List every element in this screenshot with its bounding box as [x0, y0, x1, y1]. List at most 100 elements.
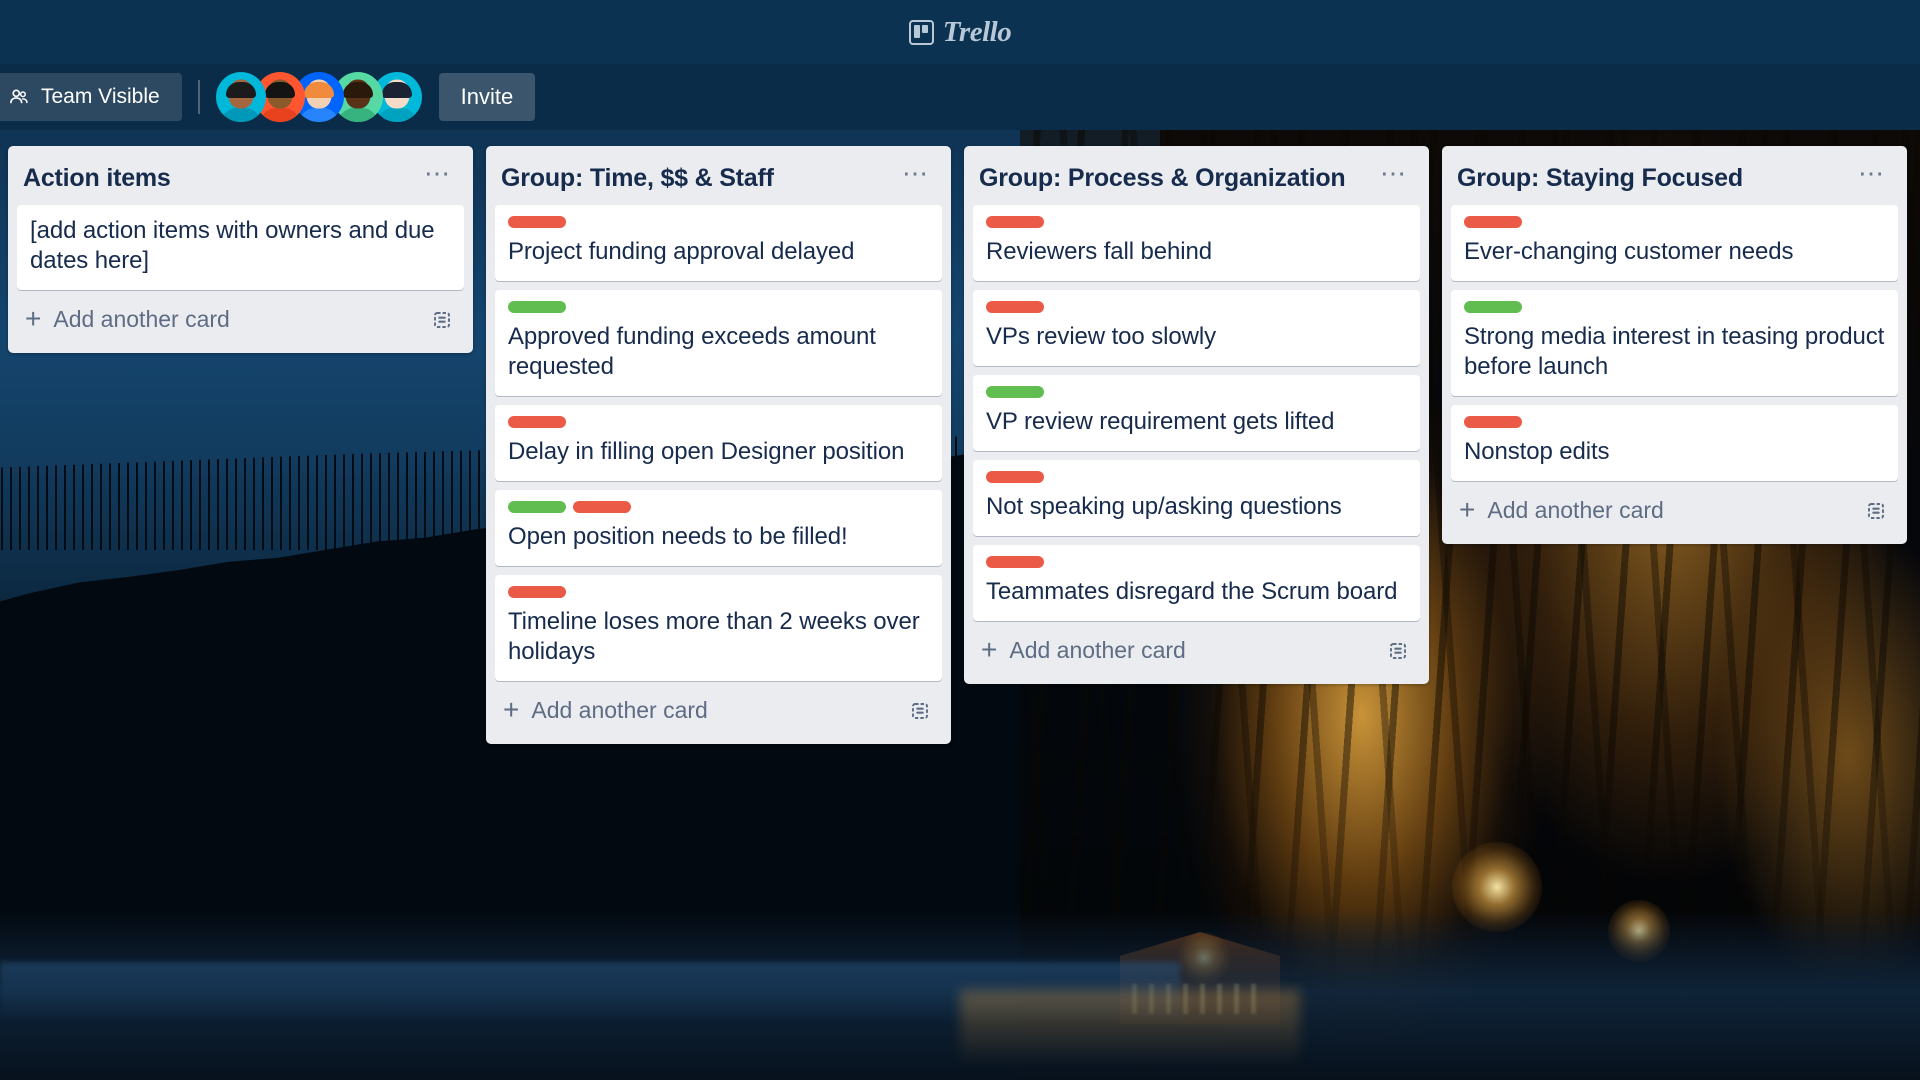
card-labels — [986, 216, 1407, 228]
board-card[interactable]: VPs review too slowly — [973, 290, 1420, 366]
card-labels — [1464, 216, 1885, 228]
board-card[interactable]: Reviewers fall behind — [973, 205, 1420, 281]
add-another-card-label: Add another card — [53, 306, 230, 332]
card-title: Teammates disregard the Scrum board — [986, 578, 1398, 605]
card-label-red[interactable] — [508, 586, 566, 598]
card-labels — [508, 501, 929, 513]
list-cards: Project funding approval delayed Approved… — [495, 205, 942, 681]
board-lists-canvas: Action items ⋯ [add action items with owne… — [0, 130, 1920, 1080]
plus-icon: + — [1459, 494, 1476, 526]
card-title: Timeline loses more than 2 weeks over ho… — [508, 608, 920, 665]
trello-logo[interactable]: Trello — [908, 15, 1012, 49]
card-labels — [508, 586, 929, 598]
card-label-red[interactable] — [1464, 216, 1522, 228]
card-label-red[interactable] — [986, 556, 1044, 568]
avatar-hair — [264, 82, 295, 98]
avatar-body — [376, 108, 417, 122]
avatar-body — [259, 108, 300, 122]
card-title: [add action items with owners and due da… — [30, 217, 435, 274]
ellipsis-icon[interactable]: ⋯ — [414, 160, 458, 192]
card-label-green[interactable] — [508, 301, 566, 313]
board-visibility-button[interactable]: Team Visible — [0, 73, 182, 121]
board-card[interactable]: Project funding approval delayed — [495, 205, 942, 281]
board-card[interactable]: [add action items with owners and due da… — [17, 205, 464, 290]
board-list: Group: Staying Focused ⋯ Ever-changing cus… — [1442, 146, 1907, 544]
card-template-icon[interactable] — [1386, 639, 1410, 663]
card-labels — [986, 556, 1407, 568]
card-labels — [1464, 416, 1885, 428]
team-visible-icon — [10, 89, 28, 104]
avatar[interactable] — [215, 72, 266, 122]
avatar-hair — [225, 82, 256, 98]
plus-icon: + — [25, 303, 42, 335]
ellipsis-icon[interactable]: ⋯ — [892, 160, 936, 192]
card-template-icon[interactable] — [430, 308, 454, 332]
card-labels — [508, 301, 929, 313]
invite-button-label: Invite — [460, 84, 514, 109]
add-another-card-button[interactable]: + Add another card — [17, 290, 464, 349]
list-title[interactable]: Group: Staying Focused — [1457, 163, 1743, 193]
card-template-icon[interactable] — [1864, 499, 1888, 523]
card-title: Approved funding exceeds amount requeste… — [508, 323, 876, 380]
list-cards: [add action items with owners and due da… — [17, 205, 464, 290]
card-label-red[interactable] — [986, 471, 1044, 483]
board-list: Group: Time, $$ & Staff ⋯ Project funding … — [486, 146, 951, 744]
add-another-card-label: Add another card — [1009, 637, 1186, 663]
add-another-card-button[interactable]: + Add another card — [495, 681, 942, 740]
list-header: Group: Time, $$ & Staff ⋯ — [495, 155, 942, 205]
trello-wordmark: Trello — [942, 15, 1012, 48]
card-label-red[interactable] — [508, 416, 566, 428]
list-title[interactable]: Group: Process & Organization — [979, 163, 1346, 193]
invite-button[interactable]: Invite — [438, 73, 536, 121]
card-title: Delay in filling open Designer position — [508, 438, 905, 465]
card-labels — [508, 216, 929, 228]
list-title[interactable]: Action items — [23, 163, 171, 193]
add-another-card-button[interactable]: + Add another card — [1451, 481, 1898, 540]
board-card[interactable]: Nonstop edits — [1451, 405, 1898, 481]
list-cards: Reviewers fall behind VPs review too slow… — [973, 205, 1420, 621]
card-label-red[interactable] — [508, 216, 566, 228]
board-card[interactable]: Strong media interest in teasing product… — [1451, 290, 1898, 396]
card-label-green[interactable] — [508, 501, 566, 513]
card-title: VPs review too slowly — [986, 323, 1216, 350]
add-another-card-label: Add another card — [531, 697, 708, 723]
trello-board-icon — [908, 19, 934, 45]
board-visibility-label: Team Visible — [41, 85, 160, 108]
board-card[interactable]: Approved funding exceeds amount requeste… — [495, 290, 942, 396]
card-title: Nonstop edits — [1464, 438, 1610, 465]
board-list: Action items ⋯ [add action items with owne… — [8, 146, 473, 353]
board-header-bar: Team Visible Invite — [0, 64, 1920, 130]
avatar-hair — [381, 82, 412, 98]
board-card[interactable]: Delay in filling open Designer position — [495, 405, 942, 481]
card-label-red[interactable] — [986, 216, 1044, 228]
card-template-icon[interactable] — [908, 699, 932, 723]
avatar-body — [337, 108, 378, 122]
board-card[interactable]: Timeline loses more than 2 weeks over ho… — [495, 575, 942, 681]
card-labels — [986, 471, 1407, 483]
ellipsis-icon[interactable]: ⋯ — [1848, 160, 1892, 192]
card-label-green[interactable] — [986, 386, 1044, 398]
board-card[interactable]: VP review requirement gets lifted — [973, 375, 1420, 451]
add-another-card-button[interactable]: + Add another card — [973, 621, 1420, 680]
ellipsis-icon[interactable]: ⋯ — [1370, 160, 1414, 192]
list-title[interactable]: Group: Time, $$ & Staff — [501, 163, 774, 193]
card-label-red[interactable] — [1464, 416, 1522, 428]
card-title: Strong media interest in teasing product… — [1464, 323, 1885, 380]
card-label-green[interactable] — [1464, 301, 1522, 313]
card-label-red[interactable] — [573, 501, 631, 513]
card-labels — [986, 386, 1407, 398]
board-card[interactable]: Open position needs to be filled! — [495, 490, 942, 566]
board-card[interactable]: Not speaking up/asking questions — [973, 460, 1420, 536]
card-label-red[interactable] — [986, 301, 1044, 313]
board-list: Group: Process & Organization ⋯ Reviewers … — [964, 146, 1429, 684]
board-card[interactable]: Ever-changing customer needs — [1451, 205, 1898, 281]
list-cards: Ever-changing customer needs Strong media… — [1451, 205, 1898, 481]
plus-icon: + — [981, 634, 998, 666]
card-title: Not speaking up/asking questions — [986, 493, 1342, 520]
avatar-body — [220, 108, 261, 122]
card-title: VP review requirement gets lifted — [986, 408, 1335, 435]
card-title: Ever-changing customer needs — [1464, 238, 1794, 265]
card-title: Open position needs to be filled! — [508, 523, 848, 550]
avatar-body — [298, 108, 339, 122]
board-card[interactable]: Teammates disregard the Scrum board — [973, 545, 1420, 621]
